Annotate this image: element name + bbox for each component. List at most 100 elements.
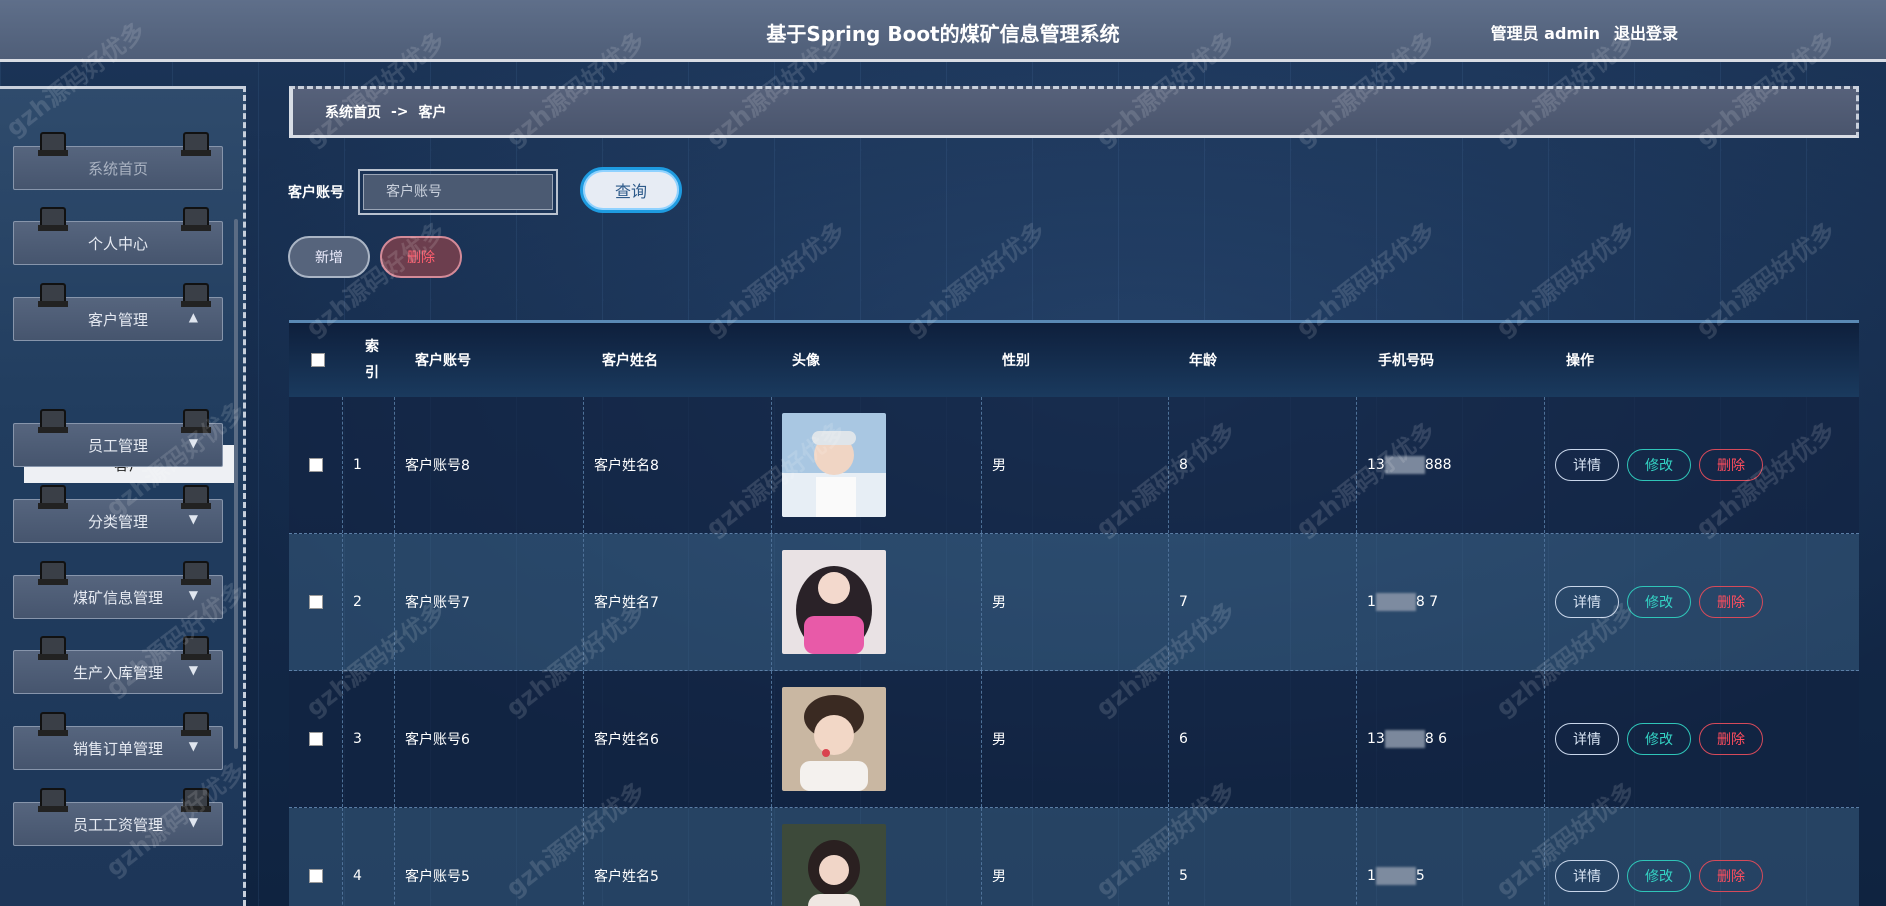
row-checkbox[interactable] — [308, 458, 323, 472]
masked-digits — [1375, 593, 1416, 611]
breadcrumb-home[interactable]: 系统首页 — [325, 102, 381, 122]
age-cell: 7 — [1169, 534, 1357, 670]
avatar — [782, 687, 886, 791]
ops-cell: 详情 修改 删除 — [1545, 808, 1859, 906]
clip-icon — [181, 712, 211, 736]
age-cell: 6 — [1169, 671, 1357, 807]
edit-button[interactable]: 修改 — [1627, 586, 1691, 618]
avatar-cell — [772, 397, 982, 533]
phone-suffix: 8 6 — [1424, 731, 1448, 747]
select-all-checkbox[interactable] — [311, 353, 325, 367]
clip-icon — [181, 561, 211, 585]
clip-icon — [38, 712, 68, 736]
header-name: 客户姓名 — [602, 353, 658, 369]
sidebar-item-label: 系统首页 — [87, 159, 148, 178]
clip-icon — [38, 788, 68, 812]
customer-account-search-input[interactable] — [363, 174, 553, 210]
detail-button[interactable]: 详情 — [1555, 449, 1619, 481]
clip-icon — [181, 283, 211, 307]
clip-icon — [38, 561, 68, 585]
clip-icon — [181, 409, 211, 433]
name-cell: 客户姓名5 — [584, 808, 772, 906]
account-cell: 客户账号7 — [395, 534, 584, 670]
sidebar: 系统首页 个人中心 客户管理 ▲ 客户 员工管理 ▼ 分类管理 ▼ 煤矿信息管理… — [0, 86, 246, 906]
account-cell: 客户账号6 — [395, 671, 584, 807]
sidebar-item-label: 销售订单管理 — [72, 739, 163, 758]
breadcrumb-current: 客户 — [418, 105, 447, 121]
breadcrumb-separator: -> — [391, 104, 409, 120]
row-checkbox[interactable] — [308, 595, 323, 609]
phone-prefix: 1 — [1367, 594, 1376, 610]
search-label: 客户账号 — [288, 185, 344, 201]
clip-icon — [181, 636, 211, 660]
edit-button[interactable]: 修改 — [1627, 860, 1691, 892]
row-checkbox-cell — [289, 397, 343, 533]
sidebar-item-label: 客户管理 — [87, 310, 148, 329]
header-ops: 操作 — [1566, 353, 1594, 369]
sidebar-scrollbar[interactable] — [234, 219, 238, 749]
delete-button[interactable]: 删除 — [1699, 449, 1763, 481]
account-cell: 客户账号8 — [395, 397, 584, 533]
admin-user-label: 管理员 admin — [1490, 24, 1600, 43]
clip-icon — [181, 485, 211, 509]
age-cell: 8 — [1169, 397, 1357, 533]
chevron-down-icon: ▼ — [188, 588, 198, 602]
delete-button[interactable]: 删除 — [1699, 586, 1763, 618]
phone-cell: 13 888 — [1357, 397, 1545, 533]
header-phone: 手机号码 — [1378, 353, 1434, 369]
avatar-cell — [772, 808, 982, 906]
ops-cell: 详情 修改 删除 — [1545, 671, 1859, 807]
gender-cell: 男 — [982, 397, 1169, 533]
edit-button[interactable]: 修改 — [1627, 449, 1691, 481]
clip-icon — [38, 636, 68, 660]
index-cell: 3 — [343, 671, 395, 807]
age-cell: 5 — [1169, 808, 1357, 906]
phone-suffix: 888 — [1424, 457, 1452, 473]
row-checkbox[interactable] — [308, 869, 323, 883]
detail-button[interactable]: 详情 — [1555, 586, 1619, 618]
table-row: 4 客户账号5 客户姓名5 男 5 15 详情 修改 删除 — [289, 808, 1859, 906]
row-checkbox[interactable] — [308, 732, 323, 746]
clip-icon — [38, 409, 68, 433]
clip-icon — [181, 132, 211, 156]
detail-button[interactable]: 详情 — [1555, 723, 1619, 755]
add-button[interactable]: 新增 — [288, 236, 370, 278]
clip-icon — [38, 132, 68, 156]
delete-button[interactable]: 删除 — [1699, 860, 1763, 892]
clip-icon — [38, 207, 68, 231]
chevron-down-icon: ▼ — [188, 436, 198, 450]
table-row: 1 客户账号8 客户姓名8 男 8 13 888 详情 修改 删除 — [289, 397, 1859, 534]
header-gender: 性别 — [1002, 353, 1030, 369]
ops-cell: 详情 修改 删除 — [1545, 397, 1859, 533]
phone-cell: 13 8 6 — [1357, 671, 1545, 807]
select-all-checkbox-cell — [311, 323, 325, 397]
sidebar-item-label: 员工管理 — [87, 436, 148, 455]
logout-link[interactable]: 退出登录 — [1614, 20, 1678, 44]
user-area: 管理员 admin 退出登录 — [1491, 20, 1678, 44]
row-checkbox-cell — [289, 534, 343, 670]
avatar-cell — [772, 534, 982, 670]
phone-suffix: 8 7 — [1415, 594, 1439, 610]
detail-button[interactable]: 详情 — [1555, 860, 1619, 892]
header-index: 索引 — [365, 339, 379, 381]
index-cell: 4 — [343, 808, 395, 906]
account-cell: 客户账号5 — [395, 808, 584, 906]
header-account: 客户账号 — [415, 353, 471, 369]
table-row: 2 客户账号7 客户姓名7 男 7 1 8 7 详情 修改 删除 — [289, 534, 1859, 671]
clip-icon — [181, 207, 211, 231]
name-cell: 客户姓名7 — [584, 534, 772, 670]
avatar — [782, 824, 886, 906]
name-cell: 客户姓名6 — [584, 671, 772, 807]
chevron-up-icon: ▲ — [188, 310, 198, 324]
edit-button[interactable]: 修改 — [1627, 723, 1691, 755]
phone-cell: 1 8 7 — [1357, 534, 1545, 670]
phone-suffix: 5 — [1415, 868, 1425, 884]
chevron-down-icon: ▼ — [188, 663, 198, 677]
masked-digits — [1384, 456, 1425, 474]
table-header: 索引 客户账号 客户姓名 头像 性别 年龄 手机号码 操作 — [289, 323, 1859, 397]
query-button[interactable]: 查询 — [580, 167, 682, 213]
customer-table: 索引 客户账号 客户姓名 头像 性别 年龄 手机号码 操作 1 客户账号8 客户… — [289, 320, 1859, 906]
batch-delete-button[interactable]: 删除 — [380, 236, 462, 278]
clip-icon — [38, 283, 68, 307]
delete-button[interactable]: 删除 — [1699, 723, 1763, 755]
